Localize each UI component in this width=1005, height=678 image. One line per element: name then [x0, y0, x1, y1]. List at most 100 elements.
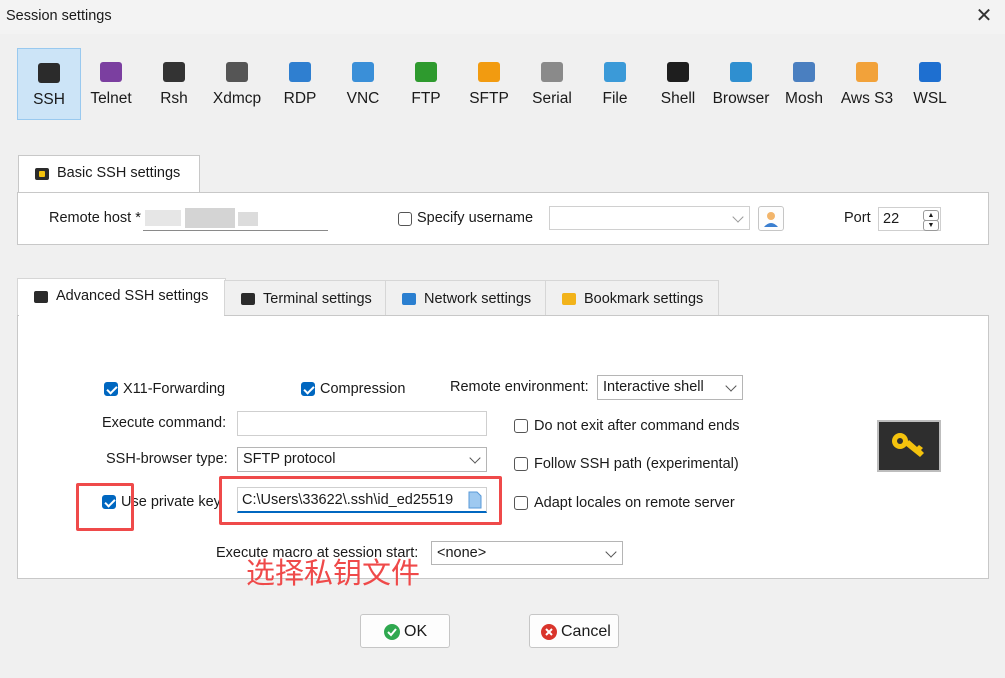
redacted-host-block — [185, 208, 235, 228]
star-icon — [562, 293, 576, 305]
tab-label: Basic SSH settings — [57, 165, 181, 181]
chevron-down-icon — [732, 211, 744, 223]
tab-label: Network settings — [424, 291, 532, 307]
compression-checkbox[interactable] — [301, 382, 315, 396]
remote-host-label: Remote host * — [49, 210, 141, 226]
cancel-button[interactable]: Cancel — [529, 614, 619, 648]
wsl-windows-icon — [919, 62, 941, 82]
remote-environment-select[interactable]: Interactive shell — [597, 375, 743, 400]
protocol-label: WSL — [913, 90, 947, 107]
specify-username-label: Specify username — [417, 210, 534, 226]
port-down-arrow[interactable]: ▼ — [923, 220, 939, 231]
protocol-rdp-button[interactable]: RDP — [269, 48, 331, 118]
protocol-label: Serial — [532, 90, 572, 107]
telnet-icon — [100, 62, 122, 82]
protocol-label: Shell — [660, 90, 696, 107]
port-label: Port — [844, 210, 871, 226]
protocol-rsh-button[interactable]: Rsh — [143, 48, 205, 118]
tab-label: Advanced SSH settings — [56, 288, 209, 304]
vnc-icon — [352, 62, 374, 82]
annotation-text: 选择私钥文件 — [246, 556, 421, 590]
protocol-file-button[interactable]: File — [584, 48, 646, 118]
tab-network-settings[interactable]: Network settings — [385, 280, 547, 316]
protocol-mosh-button[interactable]: Mosh — [773, 48, 835, 118]
execute-command-label: Execute command: — [102, 415, 227, 431]
protocol-label: RDP — [283, 90, 317, 107]
x11-forwarding-label: X11-Forwarding — [123, 381, 226, 397]
protocol-browser-button[interactable]: Browser — [710, 48, 772, 118]
protocol-vnc-button[interactable]: VNC — [332, 48, 394, 118]
protocol-ftp-button[interactable]: FTP — [395, 48, 457, 118]
shell-terminal-icon — [667, 62, 689, 82]
ok-button[interactable]: OK — [360, 614, 450, 648]
chevron-down-icon — [469, 452, 481, 464]
annotation-highlight-key-path — [219, 476, 502, 525]
adapt-locales-checkbox[interactable] — [514, 496, 528, 510]
follow-ssh-path-label: Follow SSH path (experimental) — [534, 456, 739, 472]
rsh-icon — [163, 62, 185, 82]
browser-globe-icon — [730, 62, 752, 82]
tab-basic-ssh-settings[interactable]: Basic SSH settings — [18, 155, 200, 194]
key-icon — [892, 433, 924, 457]
redacted-host-block — [145, 210, 181, 226]
specify-username-checkbox[interactable] — [398, 212, 412, 226]
protocol-label: FTP — [411, 90, 441, 107]
annotation-highlight-checkbox — [76, 483, 134, 531]
redacted-host-block — [238, 212, 258, 226]
close-icon[interactable]: ✕ — [972, 4, 996, 28]
protocol-ssh-button[interactable]: SSH — [17, 48, 81, 120]
user-manager-button[interactable] — [758, 206, 784, 231]
protocol-label: Mosh — [785, 90, 823, 107]
active-tab-joiner — [19, 313, 224, 317]
protocol-label: File — [602, 90, 628, 107]
port-value: 22 — [883, 211, 900, 227]
protocol-aws-s3-button[interactable]: Aws S3 — [836, 48, 898, 118]
window-title: Session settings — [6, 8, 112, 24]
x11-forwarding-checkbox[interactable] — [104, 382, 118, 396]
ssh-key-icon — [35, 168, 49, 180]
tab-terminal-settings[interactable]: Terminal settings — [224, 280, 387, 316]
follow-ssh-path-checkbox[interactable] — [514, 457, 528, 471]
check-circle-icon — [384, 624, 400, 640]
terminal-icon — [241, 293, 255, 305]
port-spinner[interactable]: 22 ▲ ▼ — [878, 207, 941, 231]
aws-s3-cubes-icon — [856, 62, 878, 82]
protocol-label: Xdmcp — [212, 90, 262, 107]
protocol-serial-button[interactable]: Serial — [521, 48, 583, 118]
do-not-exit-label: Do not exit after command ends — [534, 418, 740, 434]
file-explorer-icon — [604, 62, 626, 82]
use-private-key-label: Use private key — [121, 494, 221, 510]
remote-environment-value: Interactive shell — [603, 379, 704, 395]
ok-label: OK — [404, 623, 428, 640]
protocol-label: Telnet — [90, 90, 132, 107]
remote-environment-label: Remote environment: — [450, 379, 589, 395]
title-bar — [0, 0, 1005, 34]
cancel-circle-icon — [541, 624, 557, 640]
remote-host-input[interactable] — [143, 206, 328, 231]
username-combo[interactable] — [549, 206, 750, 230]
sftp-globe-icon — [478, 62, 500, 82]
ftp-globe-icon — [415, 62, 437, 82]
compression-label: Compression — [320, 381, 406, 397]
private-key-image — [877, 420, 941, 472]
advanced-settings-panel — [17, 315, 989, 579]
protocol-shell-button[interactable]: Shell — [647, 48, 709, 118]
tab-bookmark-settings[interactable]: Bookmark settings — [545, 280, 719, 316]
execute-command-input[interactable] — [237, 411, 487, 436]
serial-plug-icon — [541, 62, 563, 82]
execute-macro-value: <none> — [437, 545, 487, 561]
do-not-exit-checkbox[interactable] — [514, 419, 528, 433]
protocol-wsl-button[interactable]: WSL — [899, 48, 961, 118]
protocol-label: Browser — [712, 90, 770, 107]
protocol-sftp-button[interactable]: SFTP — [458, 48, 520, 118]
tab-advanced-ssh-settings[interactable]: Advanced SSH settings — [17, 278, 226, 317]
execute-macro-select[interactable]: <none> — [431, 541, 623, 565]
tab-label: Bookmark settings — [584, 291, 704, 307]
ssh-browser-type-select[interactable]: SFTP protocol — [237, 447, 487, 472]
ssh-key-icon — [34, 291, 48, 303]
protocol-telnet-button[interactable]: Telnet — [80, 48, 142, 118]
protocol-label: SSH — [33, 91, 65, 108]
protocol-xdmcp-button[interactable]: Xdmcp — [206, 48, 268, 118]
protocol-label: Aws S3 — [840, 90, 894, 107]
ssh-browser-type-value: SFTP protocol — [243, 451, 336, 467]
